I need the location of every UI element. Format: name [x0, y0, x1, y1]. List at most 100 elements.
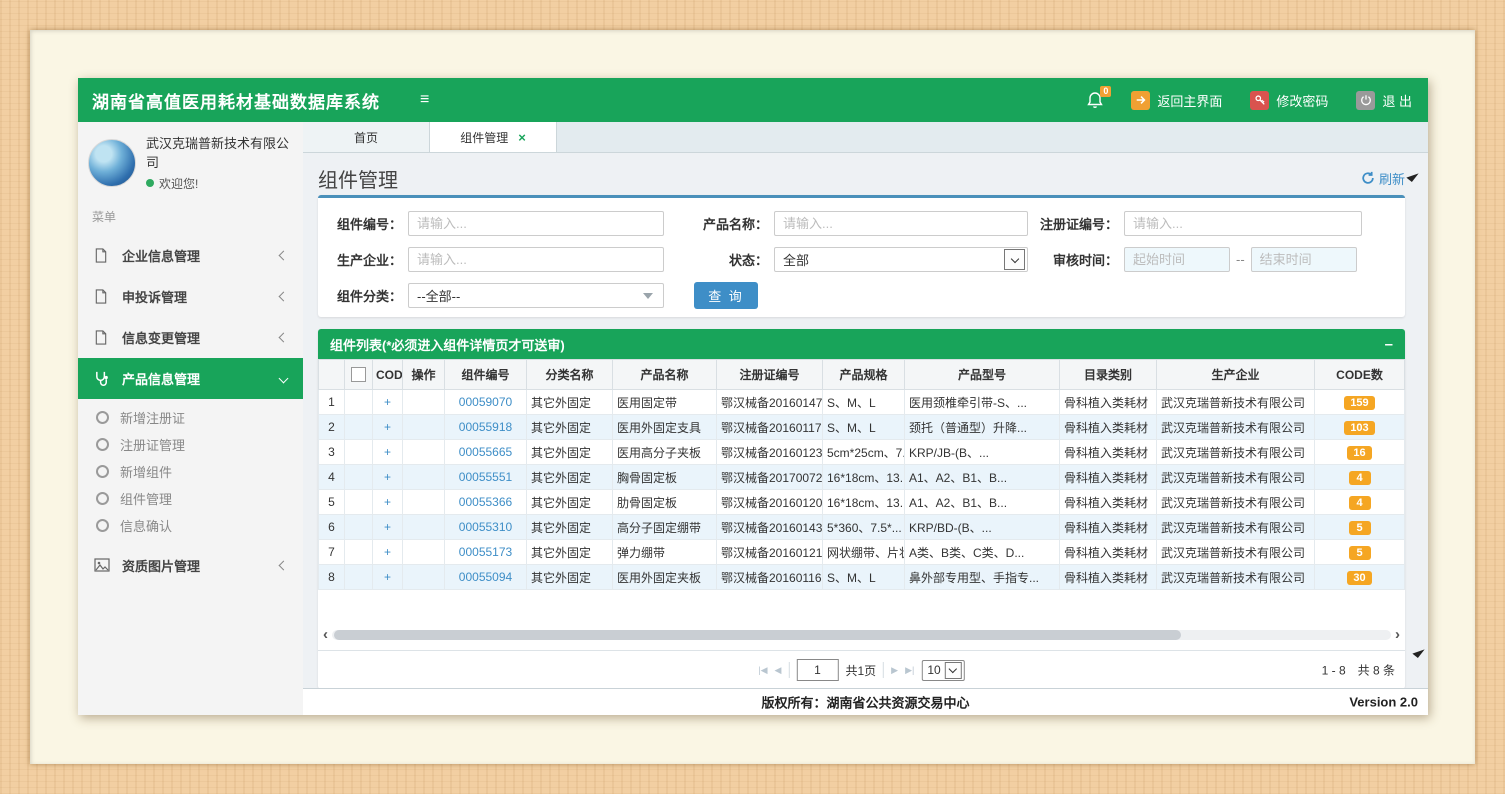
status-value: 全部: [783, 250, 1004, 269]
sidebar-item-0[interactable]: 企业信息管理: [78, 235, 303, 276]
expand-button[interactable]: +: [384, 395, 391, 409]
manufacturer-input[interactable]: [408, 247, 664, 272]
cell-code_no: 00055310: [445, 515, 527, 540]
chevron-down-icon: [945, 662, 962, 679]
return-main-button[interactable]: 返回主界面: [1131, 91, 1222, 110]
cell-expand: +: [373, 540, 403, 565]
table-row: 6+00055310其它外固定高分子固定绷带鄂汉械备201601435*360、…: [319, 515, 1405, 540]
product-name-input[interactable]: [774, 211, 1028, 236]
cell-model: A类、B类、C类、D...: [905, 540, 1060, 565]
category-label: 组件分类：: [326, 286, 408, 305]
query-button[interactable]: 查 询: [694, 282, 758, 309]
component-no-link[interactable]: 00055551: [459, 470, 512, 484]
cell-reg_no: 鄂汉械备20170072: [717, 465, 823, 490]
logout-button[interactable]: 退 出: [1356, 91, 1412, 110]
tab-home[interactable]: 首页: [303, 122, 430, 152]
page-size-select[interactable]: 10: [921, 660, 964, 681]
cell-spec: 5cm*25cm、7...: [823, 440, 905, 465]
table-row: 7+00055173其它外固定弹力绷带鄂汉械备20160121网状绷带、片状绷.…: [319, 540, 1405, 565]
end-date-input[interactable]: [1251, 247, 1357, 272]
cell-catalog: 骨科植入类耗材: [1060, 440, 1157, 465]
cell-cb: [345, 540, 373, 565]
prev-page-button[interactable]: ◀: [775, 665, 782, 676]
sidebar-item-2[interactable]: 信息变更管理: [78, 317, 303, 358]
cell-catalog: 骨科植入类耗材: [1060, 415, 1157, 440]
column-header-10: 目录类别: [1060, 360, 1157, 390]
sidebar-item-1[interactable]: 申投诉管理: [78, 276, 303, 317]
notification-bell-icon[interactable]: 0: [1087, 91, 1103, 109]
scrollbar-thumb[interactable]: [334, 630, 1181, 640]
category-select[interactable]: --全部--: [408, 283, 664, 308]
sidebar-subitem[interactable]: 新增组件: [78, 458, 303, 485]
cell-cb: [345, 515, 373, 540]
cell-cb: [345, 465, 373, 490]
expand-button[interactable]: +: [384, 545, 391, 559]
expand-button[interactable]: +: [384, 445, 391, 459]
column-header-6: 产品名称: [613, 360, 717, 390]
chevron-down-icon: [279, 373, 289, 383]
cell-model: 颈托（普通型）升降...: [905, 415, 1060, 440]
component-no-link[interactable]: 00055310: [459, 520, 512, 534]
sidebar-item-3[interactable]: 产品信息管理: [78, 358, 303, 399]
cell-model: A1、A2、B1、B...: [905, 465, 1060, 490]
cell-category: 其它外固定: [527, 415, 613, 440]
scrollbar-track[interactable]: [332, 630, 1391, 640]
cell-product: 医用外固定夹板: [613, 565, 717, 590]
sidebar-menu: 企业信息管理申投诉管理信息变更管理产品信息管理新增注册证注册证管理新增组件组件管…: [78, 235, 303, 586]
column-header-2: CODE: [373, 360, 403, 390]
component-no-link[interactable]: 00059070: [459, 395, 512, 409]
refresh-link[interactable]: 刷新: [1361, 169, 1405, 188]
expand-button[interactable]: +: [384, 495, 391, 509]
select-all-checkbox[interactable]: [351, 367, 366, 382]
collapse-button[interactable]: –: [1385, 336, 1393, 353]
sidebar-item-4[interactable]: 资质图片管理: [78, 545, 303, 586]
cell-expand: +: [373, 565, 403, 590]
start-date-input[interactable]: [1124, 247, 1230, 272]
cell-catalog: 骨科植入类耗材: [1060, 540, 1157, 565]
expand-button[interactable]: +: [384, 470, 391, 484]
close-icon[interactable]: ×: [518, 130, 526, 145]
component-no-link[interactable]: 00055665: [459, 445, 512, 459]
scroll-right-arrow[interactable]: ›: [1395, 628, 1400, 642]
notification-badge: 0: [1100, 86, 1111, 97]
cell-code_no: 00055918: [445, 415, 527, 440]
sidebar-subitem[interactable]: 新增注册证: [78, 404, 303, 431]
tab-component-management[interactable]: 组件管理 ×: [430, 122, 557, 152]
doc-icon: [94, 248, 111, 263]
cell-product: 胸骨固定板: [613, 465, 717, 490]
component-no-input[interactable]: [408, 211, 664, 236]
sidebar-subitem[interactable]: 注册证管理: [78, 431, 303, 458]
expand-button[interactable]: +: [384, 570, 391, 584]
page-number-input[interactable]: [796, 659, 838, 681]
product-name-label: 产品名称：: [664, 214, 774, 233]
code-count-badge: 159: [1344, 396, 1374, 410]
next-page-button[interactable]: ▶: [891, 665, 898, 676]
sidebar-subitem[interactable]: 信息确认: [78, 512, 303, 539]
hamburger-icon[interactable]: ≡: [420, 91, 429, 109]
component-no-link[interactable]: 00055173: [459, 545, 512, 559]
page-size-value: 10: [927, 663, 940, 677]
cell-catalog: 骨科植入类耗材: [1060, 390, 1157, 415]
cell-expand: +: [373, 390, 403, 415]
reg-no-input[interactable]: [1124, 211, 1362, 236]
component-no-link[interactable]: 00055094: [459, 570, 512, 584]
component-no-link[interactable]: 00055918: [459, 420, 512, 434]
component-no-link[interactable]: 00055366: [459, 495, 512, 509]
welcome-label: 欢迎您!: [159, 175, 198, 192]
expand-button[interactable]: +: [384, 420, 391, 434]
expand-button[interactable]: +: [384, 520, 391, 534]
cell-op: [403, 415, 445, 440]
status-select[interactable]: 全部: [774, 247, 1028, 272]
sidebar-subitem[interactable]: 组件管理: [78, 485, 303, 512]
column-header-7: 注册证编号: [717, 360, 823, 390]
avatar: [88, 139, 136, 187]
column-header-11: 生产企业: [1157, 360, 1315, 390]
cell-expand: +: [373, 415, 403, 440]
last-page-button[interactable]: ▶|: [905, 665, 914, 676]
chevron-left-icon: [279, 560, 289, 570]
first-page-button[interactable]: |◀: [758, 665, 767, 676]
chevron-left-icon: [279, 332, 289, 342]
scroll-left-arrow[interactable]: ‹: [323, 628, 328, 642]
cell-code_count: 4: [1315, 490, 1405, 515]
change-password-button[interactable]: 修改密码: [1250, 91, 1328, 110]
